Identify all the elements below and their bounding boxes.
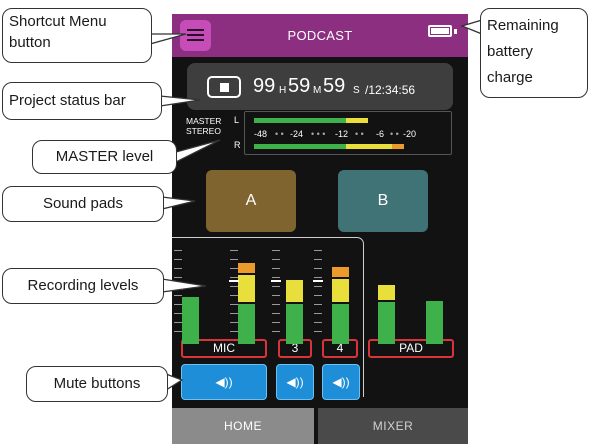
arrow-master-level: [175, 139, 221, 164]
callout-recording-levels: Recording levels: [2, 268, 164, 304]
arrow-mute-buttons: [165, 373, 184, 392]
arrow-shortcut-menu: [149, 33, 187, 45]
arrow-battery: [460, 19, 483, 35]
callout-mute-buttons: Mute buttons: [26, 366, 168, 402]
callout-project-status: Project status bar: [2, 82, 162, 120]
callout-battery: Remaining battery charge: [480, 8, 588, 98]
arrow-project-status: [159, 95, 201, 107]
arrow-sound-pads: [161, 196, 196, 210]
callout-sound-pads: Sound pads: [2, 186, 164, 222]
callout-shortcut-menu: Shortcut Menu button: [2, 8, 152, 63]
callout-master-level: MASTER level: [32, 140, 177, 174]
arrow-recording-levels: [161, 278, 207, 293]
